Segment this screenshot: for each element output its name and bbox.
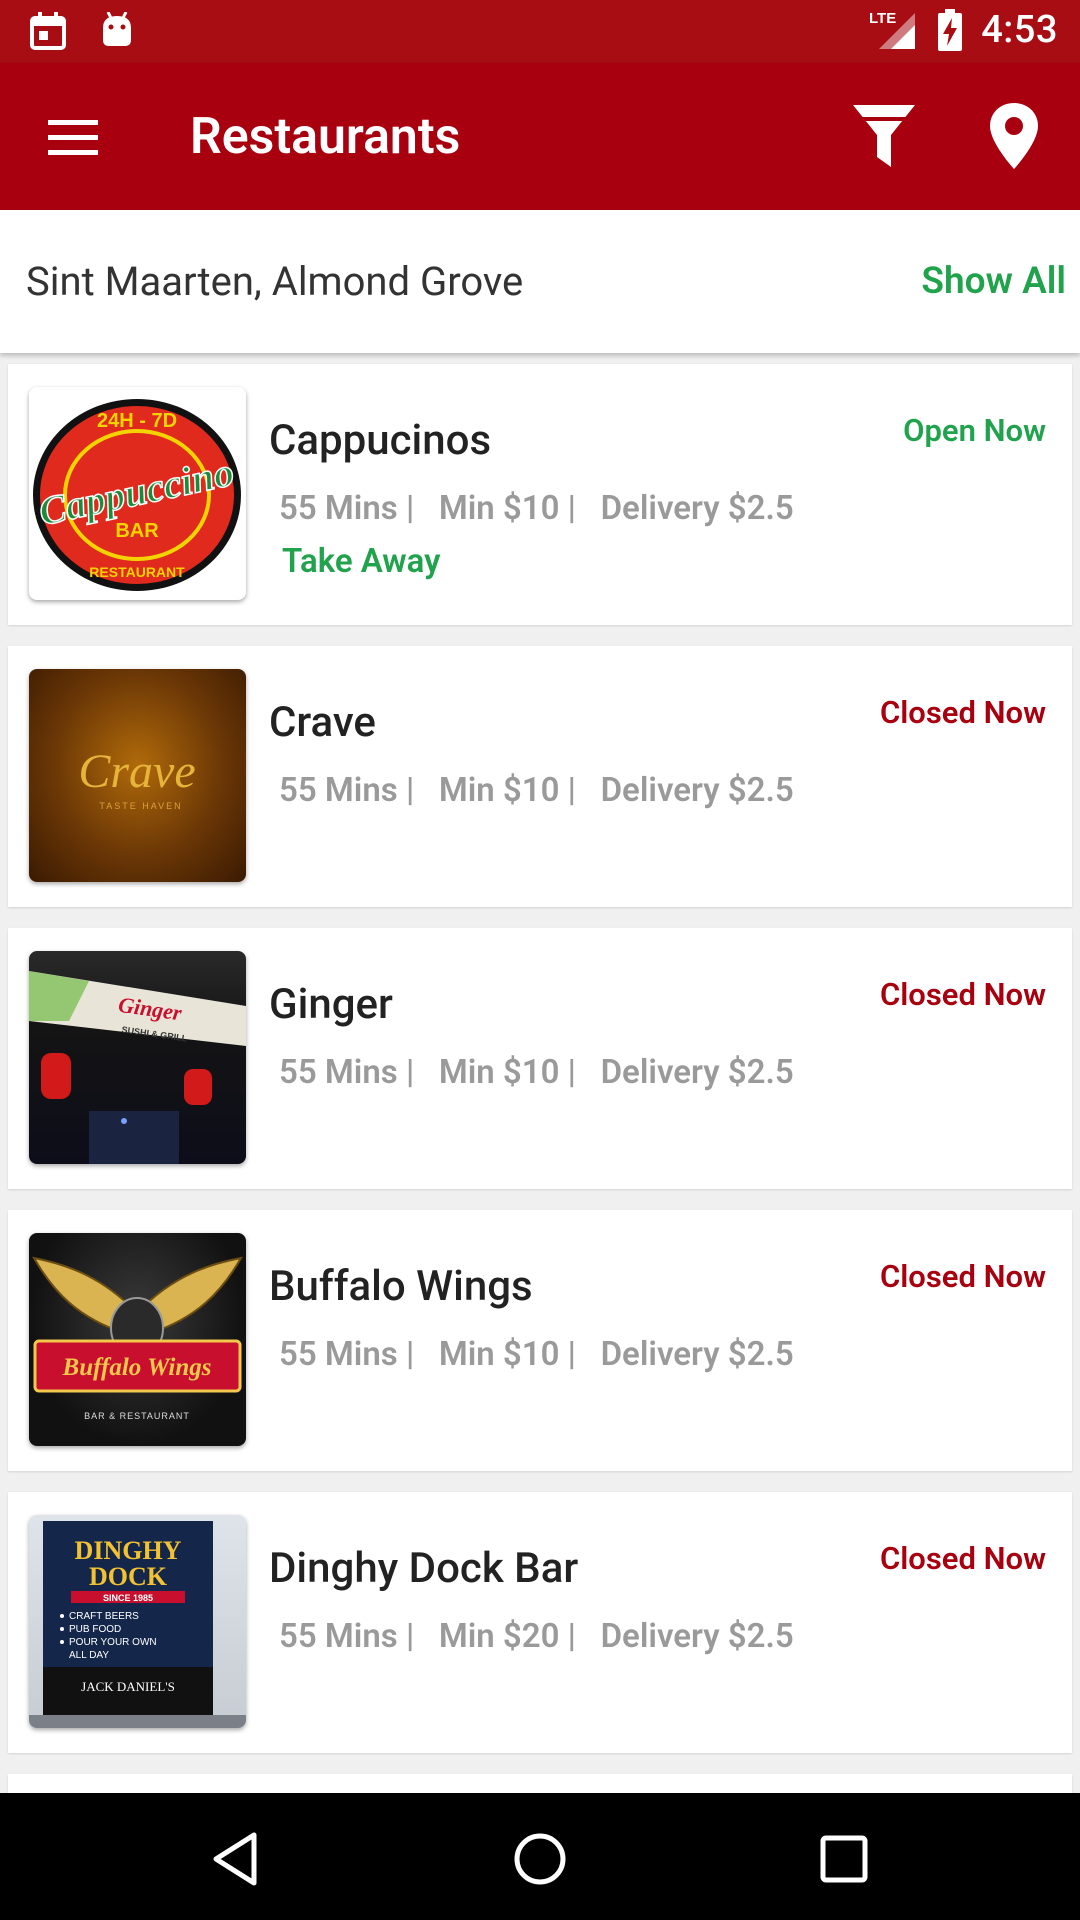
restaurant-meta: 55 Mins | Min $10 | Delivery $2.5 (279, 1335, 794, 1374)
delivery-fee: Delivery $2.5 (600, 489, 794, 528)
restaurant-name: Buffalo Wings (269, 1262, 533, 1311)
delivery-fee: Delivery $2.5 (600, 771, 794, 810)
restaurant-card[interactable]: Ginger SUSHI & GRILL Ginger Closed Now 5… (8, 928, 1072, 1189)
minimum-order: Min $10 | (438, 771, 576, 810)
logo-main-text: DINGHY (75, 1536, 182, 1565)
logo-since-text: SINCE 1985 (103, 1593, 153, 1603)
filter-icon[interactable] (853, 105, 915, 169)
restaurant-name: Dinghy Dock Bar (269, 1544, 579, 1593)
lte-signal-icon: LTE (869, 10, 916, 49)
delivery-fee: Delivery $2.5 (600, 1617, 794, 1656)
logo-sub-text: BAR (115, 520, 159, 542)
status-bar: LTE 4:53 (0, 0, 1080, 63)
restaurant-card[interactable]: DINGHY DOCK SINCE 1985 CRAFT BEERS PUB F… (8, 1492, 1072, 1753)
delivery-time: 55 Mins | (279, 1335, 415, 1374)
delivery-time: 55 Mins | (279, 771, 415, 810)
system-navigation-bar (0, 1793, 1080, 1920)
logo-list-item: CRAFT BEERS (69, 1611, 139, 1622)
recents-icon[interactable] (814, 1829, 874, 1889)
restaurant-card[interactable]: Crave TASTE HAVEN Crave Closed Now 55 Mi… (8, 646, 1072, 907)
restaurant-meta: 55 Mins | Min $10 | Delivery $2.5 (279, 489, 794, 528)
closed-status-badge: Closed Now (879, 694, 1046, 731)
location-bar: Sint Maarten, Almond Grove Show All (0, 210, 1080, 353)
minimum-order: Min $10 | (438, 1335, 576, 1374)
page-title: Restaurants (190, 108, 461, 166)
restaurant-meta: 55 Mins | Min $10 | Delivery $2.5 (279, 771, 794, 810)
delivery-time: 55 Mins | (279, 489, 415, 528)
minimum-order: Min $10 | (438, 489, 576, 528)
restaurant-meta: 55 Mins | Min $10 | Delivery $2.5 (279, 1053, 794, 1092)
logo-sub-text: TASTE HAVEN (99, 801, 182, 811)
home-icon[interactable] (510, 1829, 570, 1889)
calendar-icon (30, 12, 66, 50)
android-icon (103, 12, 131, 46)
lte-label: LTE (869, 10, 896, 27)
minimum-order: Min $20 | (438, 1617, 576, 1656)
closed-status-badge: Closed Now (879, 1540, 1046, 1577)
restaurant-name: Ginger (269, 980, 393, 1029)
app-bar: Restaurants (0, 63, 1080, 210)
hamburger-menu-icon[interactable] (48, 117, 98, 157)
current-location: Sint Maarten, Almond Grove (26, 258, 524, 305)
restaurant-card[interactable]: 24H - 7D Cappuccino BAR RESTAURANT Cappu… (8, 364, 1072, 625)
battery-charging-icon (938, 9, 963, 51)
restaurant-logo: Crave TASTE HAVEN (29, 669, 246, 882)
logo-list-item: PUB FOOD (69, 1624, 121, 1635)
closed-status-badge: Closed Now (879, 976, 1046, 1013)
back-icon[interactable] (206, 1829, 266, 1889)
minimum-order: Min $10 | (438, 1053, 576, 1092)
logo-main-text: Crave (78, 745, 195, 798)
take-away-tag: Take Away (282, 542, 441, 581)
logo-brand-text: JACK DANIEL'S (81, 1679, 175, 1694)
logo-list-item: ALL DAY (69, 1650, 109, 1661)
logo-bottom-text: RESTAURANT (89, 564, 185, 580)
restaurant-logo: DINGHY DOCK SINCE 1985 CRAFT BEERS PUB F… (29, 1515, 246, 1728)
restaurant-name: Cappucinos (269, 416, 492, 465)
closed-status-badge: Closed Now (879, 1258, 1046, 1295)
restaurant-logo: Ginger SUSHI & GRILL (29, 951, 246, 1164)
logo-main-text: Buffalo Wings (62, 1354, 212, 1381)
restaurant-name: Crave (269, 698, 376, 747)
delivery-time: 55 Mins | (279, 1053, 415, 1092)
location-pin-icon[interactable] (990, 103, 1038, 169)
restaurant-logo: 24H - 7D Cappuccino BAR RESTAURANT (29, 387, 246, 600)
open-status-badge: Open Now (903, 412, 1046, 449)
delivery-fee: Delivery $2.5 (600, 1335, 794, 1374)
restaurant-logo: Buffalo Wings BAR & RESTAURANT (29, 1233, 246, 1446)
delivery-time: 55 Mins | (279, 1617, 415, 1656)
restaurant-card[interactable]: Buffalo Wings BAR & RESTAURANT Buffalo W… (8, 1210, 1072, 1471)
logo-top-text: 24H - 7D (97, 410, 177, 432)
logo-list-item: POUR YOUR OWN (69, 1637, 157, 1648)
clock: 4:53 (981, 8, 1058, 52)
logo-sub-text: BAR & RESTAURANT (84, 1411, 190, 1421)
delivery-fee: Delivery $2.5 (600, 1053, 794, 1092)
restaurant-meta: 55 Mins | Min $20 | Delivery $2.5 (279, 1617, 794, 1656)
logo-main-text: DOCK (89, 1562, 168, 1591)
show-all-button[interactable]: Show All (921, 260, 1066, 303)
